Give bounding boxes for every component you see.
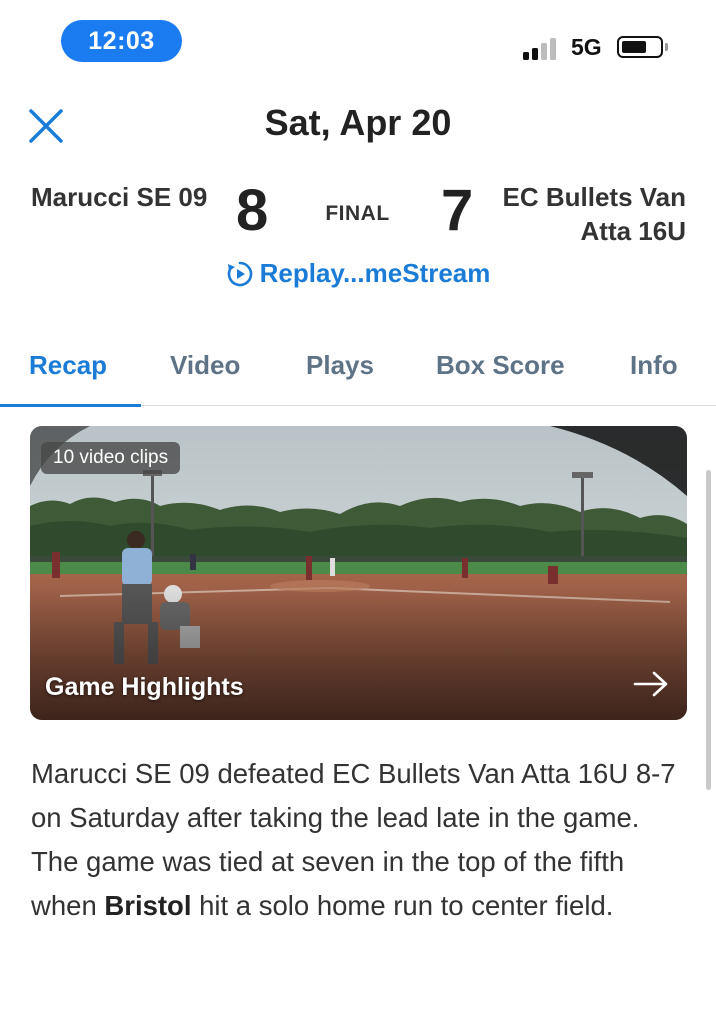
away-team-name[interactable]: EC Bullets Van Atta 16U — [466, 180, 687, 248]
battery-icon — [617, 36, 663, 58]
tab-info[interactable]: Info — [630, 350, 678, 381]
tab-bar: Recap Video Plays Box Score Info — [0, 340, 716, 407]
home-score: 8 — [236, 178, 269, 243]
status-bar: 12:03 5G — [0, 0, 716, 80]
arrow-right-icon — [633, 671, 668, 697]
page-title: Sat, Apr 20 — [264, 102, 452, 143]
tab-recap[interactable]: Recap — [29, 350, 107, 381]
signal-icon — [523, 36, 561, 60]
recap-text-end: hit a solo home run to center field. — [191, 890, 614, 921]
status-time: 12:03 — [61, 20, 182, 62]
game-highlights-card[interactable]: 10 video clips Game Highlights — [30, 426, 687, 720]
home-team-name[interactable]: Marucci SE 09 — [31, 180, 221, 214]
game-status: FINAL — [325, 202, 390, 225]
tab-video[interactable]: Video — [170, 350, 240, 381]
tab-plays[interactable]: Plays — [306, 350, 374, 381]
scrollbar[interactable] — [706, 470, 711, 790]
tab-box-score[interactable]: Box Score — [436, 350, 565, 381]
active-tab-indicator — [0, 404, 141, 407]
game-highlights-title: Game Highlights — [45, 673, 244, 701]
network-type: 5G — [571, 34, 602, 60]
recap-player-link[interactable]: Bristol — [104, 890, 191, 921]
video-clips-badge: 10 video clips — [41, 442, 181, 474]
replay-label: Replay...meStream — [259, 258, 491, 288]
replay-link[interactable]: Replay...meStream — [0, 258, 716, 289]
recap-text: Marucci SE 09 defeated EC Bullets Van At… — [31, 752, 691, 928]
replay-icon — [227, 261, 252, 286]
battery-tip — [665, 43, 668, 51]
